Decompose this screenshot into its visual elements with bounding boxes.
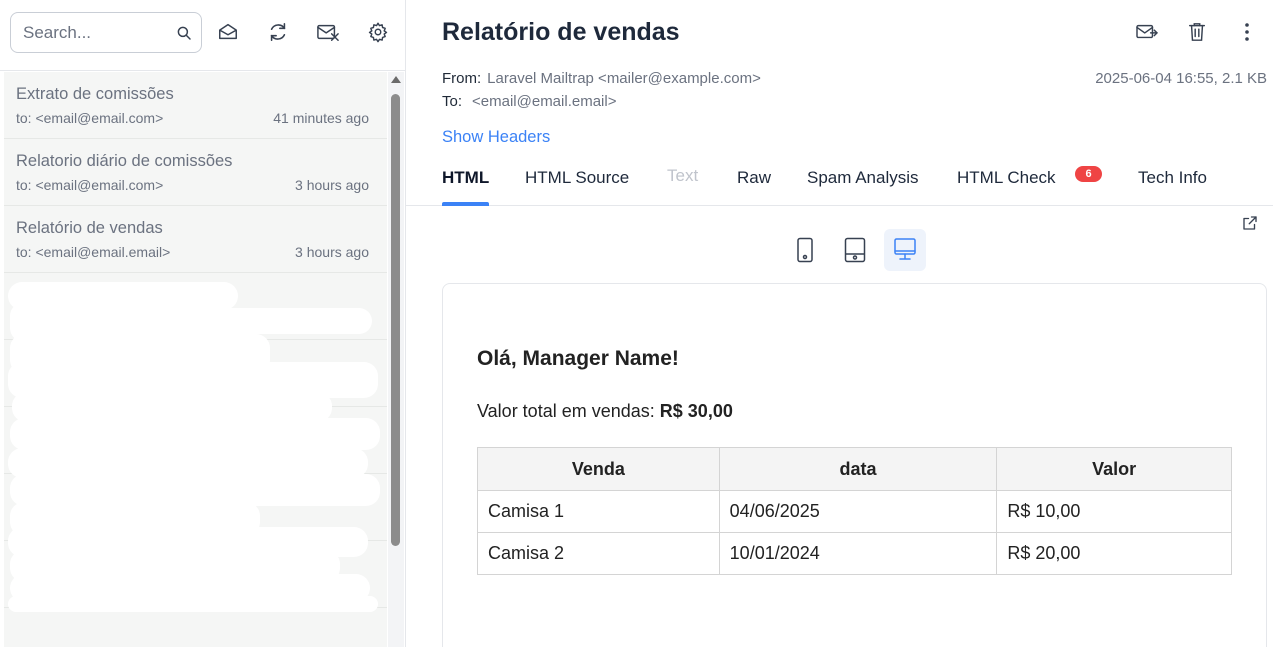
tablet-view-button[interactable] [834,229,876,271]
mail-clear-icon [317,24,339,41]
message-actions [1135,20,1259,44]
search-box[interactable] [10,12,202,53]
sales-table: Venda data Valor Camisa 1 04/06/2025 R$ … [477,447,1232,575]
tab-html-source[interactable]: HTML Source [525,168,629,206]
table-header-cell: Venda [477,447,720,491]
refresh-button[interactable] [266,20,290,44]
scroll-thumb[interactable] [391,94,400,546]
delete-button[interactable] [1185,20,1209,44]
message-time: 3 hours ago [295,244,369,260]
table-cell: Camisa 1 [477,490,720,533]
search-icon[interactable] [175,24,193,42]
to-line: To: <email@email.email> [442,93,616,110]
table-row: Camisa 2 10/01/2024 R$ 20,00 [477,532,1232,575]
mobile-view-button[interactable] [784,229,826,271]
message-subject: Extrato de comissões [16,85,174,103]
tablet-icon [844,237,866,263]
refresh-icon [270,22,286,42]
trash-icon [1189,23,1205,41]
settings-button[interactable] [366,20,390,44]
desktop-icon [894,238,916,260]
envelope-open-icon [219,23,237,40]
email-total-label: Valor total em vendas: [477,401,655,421]
message-date-size: 2025-06-04 16:55, 2.1 KB [1095,70,1267,87]
gear-icon [368,22,388,43]
email-total: Valor total em vendas: R$ 30,00 [477,401,733,422]
table-header-row: Venda data Valor [477,447,1232,491]
message-subject: Relatorio diário de comissões [16,152,233,170]
open-in-new-window-button[interactable] [1241,214,1261,234]
table-header-cell: Valor [996,447,1232,491]
redaction-mark [10,418,380,450]
message-item[interactable]: Relatorio diário de comissões to: <email… [4,139,387,206]
message-list: Extrato de comissões to: <email@email.co… [4,72,387,647]
html-check-badge: 6 [1075,166,1102,182]
view-tabs: HTML HTML Source Text Raw Spam Analysis … [406,158,1273,206]
message-recipient: to: <email@email.email> [16,244,171,260]
table-header-cell: data [718,447,998,491]
email-greeting: Olá, Manager Name! [477,347,679,370]
more-options-button[interactable] [1235,20,1259,44]
redaction-mark [12,308,372,334]
forward-button[interactable] [1135,20,1159,44]
message-item[interactable]: Relatório de vendas to: <email@email.ema… [4,206,387,273]
external-link-icon [1243,216,1257,230]
table-cell: 10/01/2024 [718,532,998,575]
email-total-value: R$ 30,00 [659,401,733,421]
table-cell: R$ 10,00 [996,490,1232,533]
table-row: Camisa 1 04/06/2025 R$ 10,00 [477,490,1232,533]
tab-html-check[interactable]: HTML Check [957,168,1056,206]
table-cell: R$ 20,00 [996,532,1232,575]
tab-html[interactable]: HTML [442,168,490,206]
table-cell: 04/06/2025 [718,490,998,533]
mobile-icon [797,237,813,263]
message-title: Relatório de vendas [442,18,680,46]
tab-tech-info[interactable]: Tech Info [1138,168,1207,206]
table-cell: Camisa 2 [477,532,720,575]
from-line: From: Laravel Mailtrap <mailer@example.co… [442,70,761,87]
sidebar-toolbar [0,0,405,71]
to-value: <email@email.email> [472,93,617,110]
message-list-scrollbar[interactable] [388,72,404,647]
clear-inbox-button[interactable] [316,20,340,44]
tab-raw[interactable]: Raw [737,168,771,206]
message-view: Relatório de vendas From: Laravel Mailtra… [406,0,1273,647]
search-input[interactable] [23,22,173,44]
desktop-view-button[interactable] [884,229,926,271]
message-recipient: to: <email@email.com> [16,177,164,193]
redaction-mark [8,596,378,612]
device-switcher [784,229,926,271]
mark-all-read-button[interactable] [216,20,240,44]
mail-forward-icon [1136,24,1158,39]
scroll-up-arrow-icon[interactable] [391,76,401,83]
email-preview: Olá, Manager Name! Valor total em vendas… [442,283,1267,647]
message-time: 3 hours ago [295,177,369,193]
from-value: Laravel Mailtrap <mailer@example.com> [487,70,761,87]
kebab-menu-icon [1245,23,1249,41]
message-time: 41 minutes ago [273,110,369,126]
sidebar: Extrato de comissões to: <email@email.co… [0,0,406,647]
message-subject: Relatório de vendas [16,219,163,237]
to-label: To: [442,93,463,110]
message-item[interactable]: Extrato de comissões to: <email@email.co… [4,72,387,139]
show-headers-link[interactable]: Show Headers [442,128,550,147]
tab-text: Text [667,166,699,185]
message-recipient: to: <email@email.com> [16,110,164,126]
tab-spam-analysis[interactable]: Spam Analysis [807,168,919,206]
from-label: From: [442,70,482,87]
